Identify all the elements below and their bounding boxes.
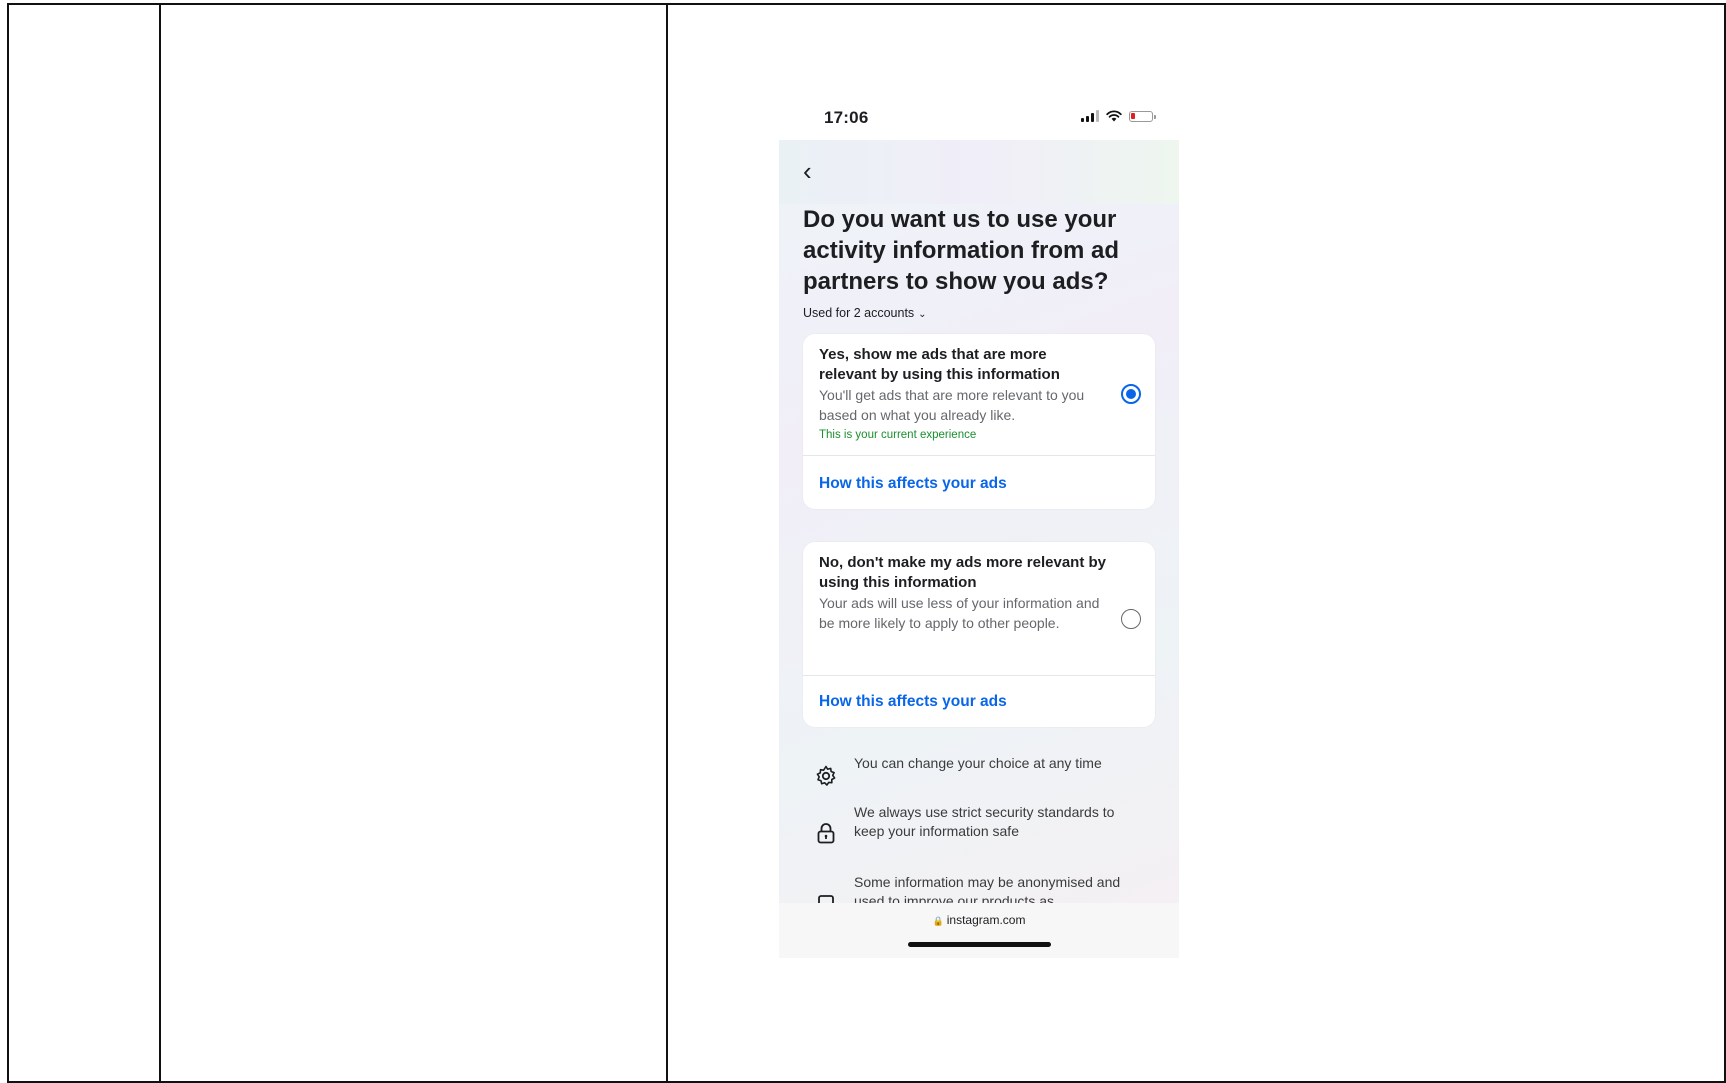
back-icon[interactable]: ‹ — [803, 158, 812, 184]
option-title: No, don't make my ads more relevant by u… — [819, 554, 1106, 591]
battery-icon — [1129, 110, 1156, 122]
accounts-selector-label: Used for 2 accounts — [803, 306, 915, 320]
option-title: Yes, show me ads that are more relevant … — [819, 346, 1060, 383]
table-column-divider — [159, 5, 161, 1081]
option-card-yes[interactable]: Yes, show me ads that are more relevant … — [803, 334, 1155, 509]
option-body: Yes, show me ads that are more relevant … — [819, 345, 1107, 441]
lock-icon: 🔒 — [932, 916, 944, 926]
info-text: We always use strict security standards … — [854, 804, 1115, 839]
radio-no[interactable] — [1121, 609, 1141, 629]
home-indicator[interactable] — [908, 942, 1051, 947]
option-description: Your ads will use less of your informati… — [819, 595, 1100, 631]
option-description: You'll get ads that are more relevant to… — [819, 387, 1085, 423]
browser-bar: 🔒 instagram.com — [779, 903, 1179, 958]
page-title: Do you want us to use your activity info… — [803, 206, 1120, 295]
signal-icon — [1081, 110, 1099, 122]
info-text: Some information may be anonymised and u… — [854, 874, 1121, 903]
option-body: No, don't make my ads more relevant by u… — [819, 553, 1107, 633]
status-bar: 17:06 — [779, 98, 1179, 140]
how-this-affects-ads-link[interactable]: How this affects your ads — [819, 475, 1007, 493]
url-display[interactable]: 🔒 instagram.com — [779, 913, 1179, 927]
how-this-affects-ads-link[interactable]: How this affects your ads — [819, 693, 1007, 711]
divider — [803, 455, 1155, 456]
device-icon — [818, 895, 834, 903]
phone-screenshot: 17:06 ‹ Do you want us to use your activ… — [779, 98, 1179, 958]
status-time: 17:06 — [824, 108, 869, 127]
gear-icon — [816, 765, 836, 786]
info-text: You can change your choice at any time — [854, 755, 1102, 771]
radio-yes-selected[interactable] — [1121, 384, 1141, 404]
current-experience-note: This is your current experience — [819, 429, 977, 441]
url-text: instagram.com — [946, 913, 1026, 927]
accounts-selector[interactable]: Used for 2 accounts ⌄ — [803, 306, 927, 320]
chevron-down-icon: ⌄ — [918, 309, 927, 320]
divider — [803, 675, 1155, 676]
wifi-icon — [1106, 110, 1122, 122]
option-card-no[interactable]: No, don't make my ads more relevant by u… — [803, 542, 1155, 727]
status-icons — [1081, 110, 1156, 122]
table-column-divider — [666, 5, 668, 1081]
app-content: ‹ Do you want us to use your activity in… — [779, 140, 1179, 903]
lock-icon — [817, 823, 835, 844]
nav-header: ‹ — [779, 140, 1179, 204]
